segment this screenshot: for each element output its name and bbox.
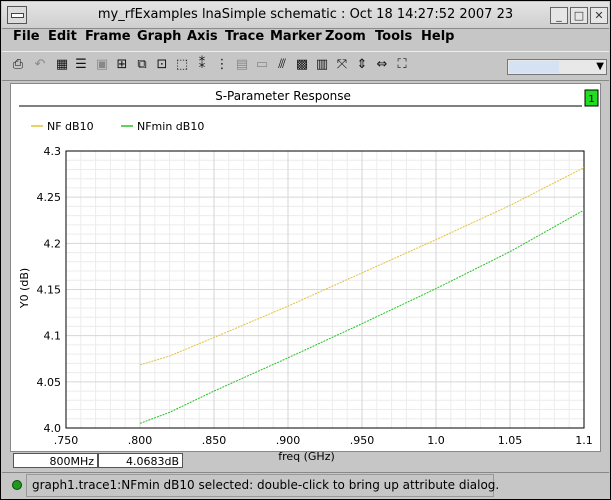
x-tick-label: .900 bbox=[276, 434, 301, 447]
legend-label: NFmin dB10 bbox=[137, 120, 204, 133]
menu-file[interactable]: File bbox=[13, 29, 40, 44]
fit-icon[interactable]: ▥ bbox=[314, 57, 330, 73]
subwindow-badge-label: 1 bbox=[588, 94, 594, 105]
status-bar: graph1.trace1:NFmin dB10 selected: doubl… bbox=[2, 472, 609, 498]
zoom-in-icon[interactable]: ⊡ bbox=[154, 57, 170, 73]
undo-icon[interactable]: ↶ bbox=[32, 57, 48, 73]
frame-icon[interactable]: ▣ bbox=[94, 57, 110, 73]
axis-icon[interactable]: ⫻ bbox=[274, 57, 290, 73]
calculator-icon[interactable]: ▩ bbox=[294, 57, 310, 73]
legend-label: NF dB10 bbox=[47, 120, 94, 133]
subwindow-icon[interactable]: ⧉ bbox=[134, 57, 150, 73]
menu-trace[interactable]: Trace bbox=[225, 29, 264, 44]
y-tick-label: 4.05 bbox=[37, 376, 62, 389]
close-button[interactable]: ✕ bbox=[590, 7, 608, 24]
x-axis-label: freq (GHz) bbox=[278, 450, 335, 463]
y-tick-label: 4.25 bbox=[37, 191, 62, 204]
copy-icon[interactable]: ⬚ bbox=[174, 57, 190, 73]
menu-graph[interactable]: Graph bbox=[137, 29, 181, 44]
y-tick-label: 4.0 bbox=[44, 422, 62, 435]
table-icon[interactable]: ▤ bbox=[234, 57, 250, 73]
chevron-down-icon: ▼ bbox=[596, 61, 604, 72]
menu-marker[interactable]: Marker bbox=[270, 29, 322, 44]
x-tick-label: 1.0 bbox=[427, 434, 445, 447]
zoom-fit-icon[interactable]: ⇔ bbox=[374, 57, 390, 73]
graph-select-dropdown[interactable]: ▼ bbox=[507, 59, 607, 75]
list-icon[interactable]: ☰ bbox=[73, 57, 89, 73]
x-tick-label: .950 bbox=[350, 434, 375, 447]
menu-tools[interactable]: Tools bbox=[375, 29, 412, 44]
y-axis-label: Y0 (dB) bbox=[18, 268, 31, 309]
fit-y-icon[interactable]: ⤧ bbox=[334, 57, 350, 73]
x-tick-label: 1.1 bbox=[575, 434, 593, 447]
toolbar: ⎙ ↶ ▦ ☰ ▣ ⊞ ⧉ ⊡ ⬚ ⁑ ⋮ ▤ ▭ ⫻ ▩ ▥ ⤧ ⇕ ⇔ ⛶ … bbox=[2, 51, 609, 81]
x-tick-label: .800 bbox=[128, 434, 153, 447]
chart-svg[interactable]: S-Parameter Response 1 NF dB10 NFmin dB10… bbox=[11, 84, 600, 451]
minimize-button[interactable]: _ bbox=[550, 7, 568, 24]
legend-icon[interactable]: ⁑ bbox=[194, 57, 210, 73]
y-tick-label: 4.15 bbox=[37, 284, 62, 297]
menu-edit[interactable]: Edit bbox=[48, 29, 77, 44]
fit-x-icon[interactable]: ⇕ bbox=[354, 57, 370, 73]
status-indicator-icon bbox=[12, 480, 22, 490]
menu-frame[interactable]: Frame bbox=[85, 29, 131, 44]
tag-icon[interactable]: ▭ bbox=[254, 57, 270, 73]
y-tick-label: 4.1 bbox=[44, 330, 62, 343]
split-icon[interactable]: ⊞ bbox=[114, 57, 130, 73]
chart-title: S-Parameter Response bbox=[215, 89, 351, 103]
graph-panel[interactable]: S-Parameter Response 1 NF dB10 NFmin dB10… bbox=[10, 83, 601, 452]
x-tick-label: 1.05 bbox=[498, 434, 523, 447]
menu-bar: File Edit Frame Graph Axis Trace Marker … bbox=[2, 28, 609, 47]
plot-area[interactable]: .750 .800 .850 .900 .950 1.0 1.05 1.1 4.0 4.05 4.1… bbox=[37, 145, 593, 447]
y-tick-label: 4.3 bbox=[44, 145, 62, 158]
title-bar[interactable]: my_rfExamples lnaSimple schematic : Oct … bbox=[2, 2, 609, 29]
dropdown-field bbox=[509, 61, 559, 73]
strip-icon[interactable]: ⋮ bbox=[214, 57, 230, 73]
legend: NF dB10 NFmin dB10 bbox=[31, 120, 204, 133]
window-title: my_rfExamples lnaSimple schematic : Oct … bbox=[97, 7, 514, 22]
menu-zoom[interactable]: Zoom bbox=[325, 29, 366, 44]
maximize-button[interactable]: □ bbox=[570, 7, 588, 24]
x-tick-label: .750 bbox=[54, 434, 79, 447]
printer-icon[interactable]: ⎙ bbox=[10, 57, 26, 73]
menu-help[interactable]: Help bbox=[421, 29, 454, 44]
menu-axis[interactable]: Axis bbox=[187, 29, 218, 44]
status-message: graph1.trace1:NFmin dB10 selected: doubl… bbox=[32, 478, 500, 492]
expand-icon[interactable]: ⛶ bbox=[394, 57, 410, 73]
grid-icon[interactable]: ▦ bbox=[54, 57, 70, 73]
x-tick-label: .850 bbox=[202, 434, 227, 447]
application-window: my_rfExamples lnaSimple schematic : Oct … bbox=[0, 0, 611, 500]
y-tick-label: 4.2 bbox=[44, 237, 62, 250]
